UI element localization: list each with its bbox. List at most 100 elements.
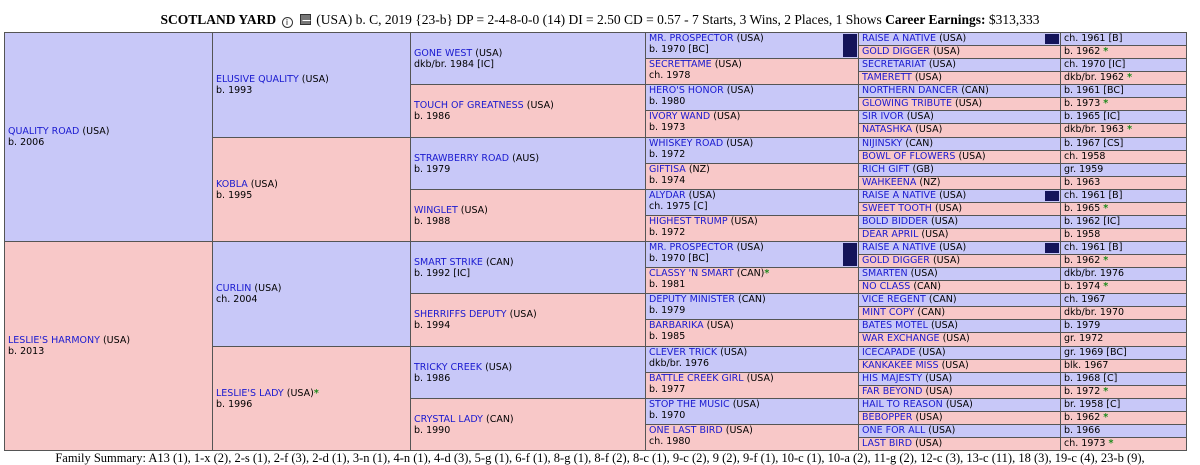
horse-link[interactable]: ALYDAR	[649, 190, 686, 201]
horse-info: b. 1973	[649, 122, 686, 133]
horse-link[interactable]: NORTHERN DANCER	[862, 85, 958, 96]
horse-link[interactable]: ONE LAST BIRD	[649, 425, 723, 436]
horse-link[interactable]: BOLD BIDDER	[862, 216, 928, 227]
horse-country: (USA)	[720, 347, 748, 358]
horse-link[interactable]: TRICKY CREEK	[414, 362, 482, 373]
horse-link[interactable]: MR. PROSPECTOR	[649, 242, 734, 253]
horse-link[interactable]: MR. PROSPECTOR	[649, 33, 734, 44]
horse-info: gr. 1969 [BC]	[1064, 347, 1127, 358]
horse-link[interactable]: RAISE A NATIVE	[862, 242, 936, 253]
gen4-cell: ONE LAST BIRD (USA) ch. 1980	[645, 424, 859, 451]
horse-link[interactable]: SMART STRIKE	[414, 257, 483, 268]
horse-country: (USA)	[250, 178, 278, 190]
horse-link[interactable]: FAR BEYOND	[862, 386, 922, 397]
horse-info: br. 1958 [C]	[1064, 399, 1121, 410]
horse-link[interactable]: SMARTEN	[862, 268, 908, 279]
horse-link[interactable]: RICH GIFT	[862, 164, 909, 175]
horse-link[interactable]: RAISE A NATIVE	[862, 33, 936, 44]
horse-name-line: SMART STRIKE (CAN)	[414, 257, 642, 268]
horse-info: b. 1993	[216, 85, 253, 96]
horse-link[interactable]: NO CLASS	[862, 281, 910, 292]
star-icon: *	[1103, 98, 1109, 109]
gen5-info-cell: b. 1962 *	[1060, 45, 1187, 59]
horse-link[interactable]: RAISE A NATIVE	[862, 190, 936, 201]
horse-link[interactable]: SWEET TOOTH	[862, 203, 932, 214]
horse-link[interactable]: NATASHKA	[862, 124, 912, 135]
horse-link[interactable]: WAHKEENA	[862, 177, 916, 188]
horse-link[interactable]: STOP THE MUSIC	[649, 399, 730, 410]
horse-country: (USA)	[460, 204, 488, 216]
horse-link[interactable]: HERO'S HONOR	[649, 85, 724, 96]
horse-link[interactable]: WHISKEY ROAD	[649, 138, 723, 149]
gen5-info-cell: blk. 1967	[1060, 359, 1187, 373]
star-icon: *	[1103, 46, 1109, 57]
horse-info: b. 1963	[1064, 177, 1101, 188]
horse-link[interactable]: CLASSY 'N SMART	[649, 268, 734, 279]
horse-country: (USA)	[941, 360, 969, 371]
horse-link[interactable]: SIR IVOR	[862, 111, 904, 122]
gen5-name-cell: GOLD DIGGER (USA)	[858, 254, 1061, 268]
horse-link[interactable]: KANKAKEE MISS	[862, 360, 939, 371]
horse-link[interactable]: ONE FOR ALL	[862, 425, 925, 436]
horse-link[interactable]: ICECAPADE	[862, 347, 916, 358]
horse-link[interactable]: ELUSIVE QUALITY	[216, 74, 299, 85]
horse-link[interactable]: GLOWING TRIBUTE	[862, 98, 952, 109]
horse-link[interactable]: MINT COPY	[862, 307, 914, 318]
horse-link[interactable]: BATTLE CREEK GIRL	[649, 373, 744, 384]
gen4-cell: GIFTISA (NZ) b. 1974	[645, 163, 859, 190]
horse-link[interactable]: HIGHEST TRUMP	[649, 216, 728, 227]
star-icon: *	[1103, 386, 1109, 397]
horse-link[interactable]: SECRETARIAT	[862, 59, 926, 70]
gen3-cell: SHERRIFFS DEPUTY (USA) b. 1994	[410, 293, 646, 347]
horse-link[interactable]: LAST BIRD	[862, 438, 912, 449]
horse-info: dkb/br. 1970	[1064, 307, 1125, 318]
gen5-name-cell: ICECAPADE (USA)	[858, 346, 1061, 360]
gen5-name-cell: LAST BIRD (USA)	[858, 437, 1061, 451]
horse-link[interactable]: WINGLET	[414, 205, 458, 216]
horse-link[interactable]: HAIL TO REASON	[862, 399, 943, 410]
horse-link[interactable]: WAR EXCHANGE	[862, 333, 940, 344]
horse-link[interactable]: SECRETTAME	[649, 59, 712, 70]
horse-link[interactable]: TAMERETT	[862, 72, 912, 83]
horse-country: (USA)	[485, 361, 513, 373]
horse-link[interactable]: BATES MOTEL	[862, 320, 928, 331]
horse-link[interactable]: CLEVER TRICK	[649, 347, 717, 358]
horse-name-line: SECRETTAME (USA)	[649, 59, 855, 70]
horse-link[interactable]: QUALITY ROAD	[8, 126, 79, 137]
horse-link[interactable]: DEAR APRIL	[862, 229, 918, 240]
horse-link[interactable]: LESLIE'S LADY	[216, 388, 284, 399]
horse-name-line: WINGLET (USA)	[414, 205, 642, 216]
horse-link[interactable]: IVORY WAND	[649, 111, 710, 122]
horse-link[interactable]: GOLD DIGGER	[862, 255, 930, 266]
horse-link[interactable]: TOUCH OF GREATNESS	[414, 100, 524, 111]
horse-link[interactable]: VICE REGENT	[862, 294, 926, 305]
gen5-name-cell: BOWL OF FLOWERS (USA)	[858, 150, 1061, 164]
horse-link[interactable]: STRAWBERRY ROAD	[414, 153, 509, 164]
horse-link[interactable]: BEBOPPER	[862, 412, 912, 423]
horse-link[interactable]: BOWL OF FLOWERS	[862, 151, 955, 162]
gen5-name-cell: TAMERETT (USA)	[858, 71, 1061, 85]
horse-info: ch. 1970 [IC]	[1064, 59, 1126, 70]
horse-link[interactable]: NIJINSKY	[862, 138, 902, 149]
horse-link[interactable]: LESLIE'S HARMONY	[8, 335, 100, 346]
horse-link[interactable]: GIFTISA	[649, 164, 686, 175]
horse-info: b. 1973	[1064, 98, 1101, 109]
horse-name-line: HIGHEST TRUMP (USA)	[649, 216, 855, 227]
horse-link[interactable]: GOLD DIGGER	[862, 46, 930, 57]
gen4-cell: CLASSY 'N SMART (CAN)* b. 1981	[645, 267, 859, 294]
horse-name-line: BARBARIKA (USA)	[649, 320, 855, 331]
horse-link[interactable]: HIS MAJESTY	[862, 373, 922, 384]
gen5-name-cell: RICH GIFT (GB)	[858, 163, 1061, 177]
horse-link[interactable]: GONE WEST	[414, 48, 472, 59]
horse-name-line: TOUCH OF GREATNESS (USA)	[414, 100, 642, 111]
gen4-cell: DEPUTY MINISTER (CAN) b. 1979	[645, 293, 859, 320]
gen4-cell: IVORY WAND (USA) b. 1973	[645, 110, 859, 138]
gen5-name-cell: RAISE A NATIVE (USA)	[858, 32, 1061, 46]
horse-link[interactable]: DEPUTY MINISTER	[649, 294, 735, 305]
horse-link[interactable]: BARBARIKA	[649, 320, 704, 331]
horse-link[interactable]: KOBLA	[216, 179, 248, 190]
horse-link[interactable]: CRYSTAL LADY	[414, 414, 483, 425]
horse-link[interactable]: CURLIN	[216, 283, 251, 294]
horse-link[interactable]: SHERRIFFS DEPUTY	[414, 309, 507, 320]
gen5-name-cell: SIR IVOR (USA)	[858, 110, 1061, 124]
